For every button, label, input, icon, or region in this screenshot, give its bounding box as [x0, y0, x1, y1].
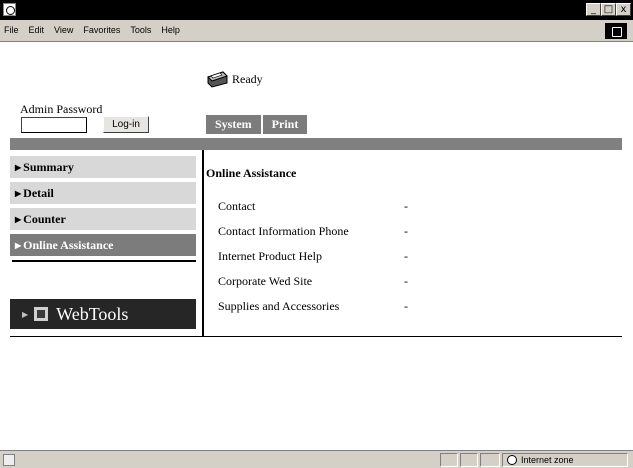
row-label: Contact Information Phone — [218, 224, 349, 238]
menu-tools[interactable]: Tools — [130, 25, 151, 35]
close-button[interactable]: x — [616, 3, 631, 16]
assistance-table: Contact - Contact Information Phone - In… — [218, 199, 408, 324]
security-zone: Internet zone — [502, 453, 628, 467]
menu-view[interactable]: View — [54, 25, 73, 35]
table-row: Contact Information Phone - — [218, 224, 408, 249]
minimize-button[interactable]: _ — [586, 3, 601, 16]
table-row: Supplies and Accessories - — [218, 299, 408, 324]
row-value: - — [404, 224, 408, 238]
status-cell — [480, 453, 500, 467]
page-icon — [3, 454, 15, 466]
row-value: - — [404, 199, 408, 213]
password-input[interactable] — [21, 117, 87, 133]
content-bottom-divider — [10, 336, 622, 337]
window-controls: _ □ x — [586, 3, 631, 16]
menu-help[interactable]: Help — [161, 25, 180, 35]
admin-password-label: Admin Password — [20, 102, 103, 116]
header-divider — [10, 138, 622, 150]
panel-title: Online Assistance — [206, 166, 297, 180]
row-label: Supplies and Accessories — [218, 299, 340, 313]
table-row: Contact - — [218, 199, 408, 224]
table-row: Internet Product Help - — [218, 249, 408, 274]
windows-logo-icon — [605, 23, 627, 39]
login-button[interactable]: Log-in — [103, 116, 149, 133]
menu-bar: File Edit View Favorites Tools Help — [0, 20, 633, 42]
webtools-link[interactable]: ▶ WebTools — [10, 299, 196, 329]
sidebar-nav: ▶ Summary ▶ Detail ▶ Counter ▶ Online Assist… — [10, 156, 196, 260]
status-cell — [440, 453, 458, 467]
tab-print[interactable]: Print — [262, 115, 308, 134]
arrow-right-icon: ▶ — [15, 241, 22, 250]
nav-item-detail[interactable]: ▶ Detail — [10, 182, 196, 204]
row-value: - — [404, 274, 408, 288]
printer-icon — [207, 71, 228, 88]
nav-item-label: Counter — [23, 212, 66, 226]
nav-item-label: Detail — [23, 186, 54, 200]
arrow-right-icon: ▶ — [15, 215, 22, 224]
printer-status: Ready — [205, 70, 263, 88]
row-value: - — [404, 249, 408, 263]
webtools-label: WebTools — [56, 303, 129, 324]
row-value: - — [404, 299, 408, 313]
zone-label: Internet zone — [521, 455, 574, 465]
webtools-logo-icon — [34, 307, 49, 321]
title-bar: _ □ x — [0, 0, 633, 20]
maximize-button[interactable]: □ — [601, 3, 616, 16]
browser-icon — [3, 3, 16, 16]
table-row: Corporate Wed Site - — [218, 274, 408, 299]
nav-item-online-assistance[interactable]: ▶ Online Assistance — [10, 234, 196, 256]
column-divider — [202, 150, 204, 336]
nav-divider — [12, 260, 196, 262]
page-content: Ready Admin Password Log-in System Print… — [10, 42, 622, 342]
nav-item-counter[interactable]: ▶ Counter — [10, 208, 196, 230]
nav-item-summary[interactable]: ▶ Summary — [10, 156, 196, 178]
menu-edit[interactable]: Edit — [29, 25, 45, 35]
arrow-right-icon: ▶ — [15, 163, 22, 172]
row-label: Internet Product Help — [218, 249, 322, 263]
nav-item-label: Online Assistance — [23, 238, 114, 252]
row-label: Contact — [218, 199, 256, 213]
status-cell — [460, 453, 478, 467]
arrow-right-icon: ▶ — [15, 189, 22, 198]
globe-icon — [507, 455, 517, 465]
tab-bar: System Print — [206, 115, 308, 134]
menu-favorites[interactable]: Favorites — [83, 25, 120, 35]
arrow-right-icon: ▶ — [22, 309, 29, 319]
tab-system[interactable]: System — [206, 115, 261, 134]
nav-item-label: Summary — [23, 160, 74, 174]
status-bar: Internet zone — [0, 450, 633, 468]
status-text: Ready — [232, 71, 263, 86]
menu-file[interactable]: File — [4, 25, 19, 35]
row-label: Corporate Wed Site — [218, 274, 313, 288]
